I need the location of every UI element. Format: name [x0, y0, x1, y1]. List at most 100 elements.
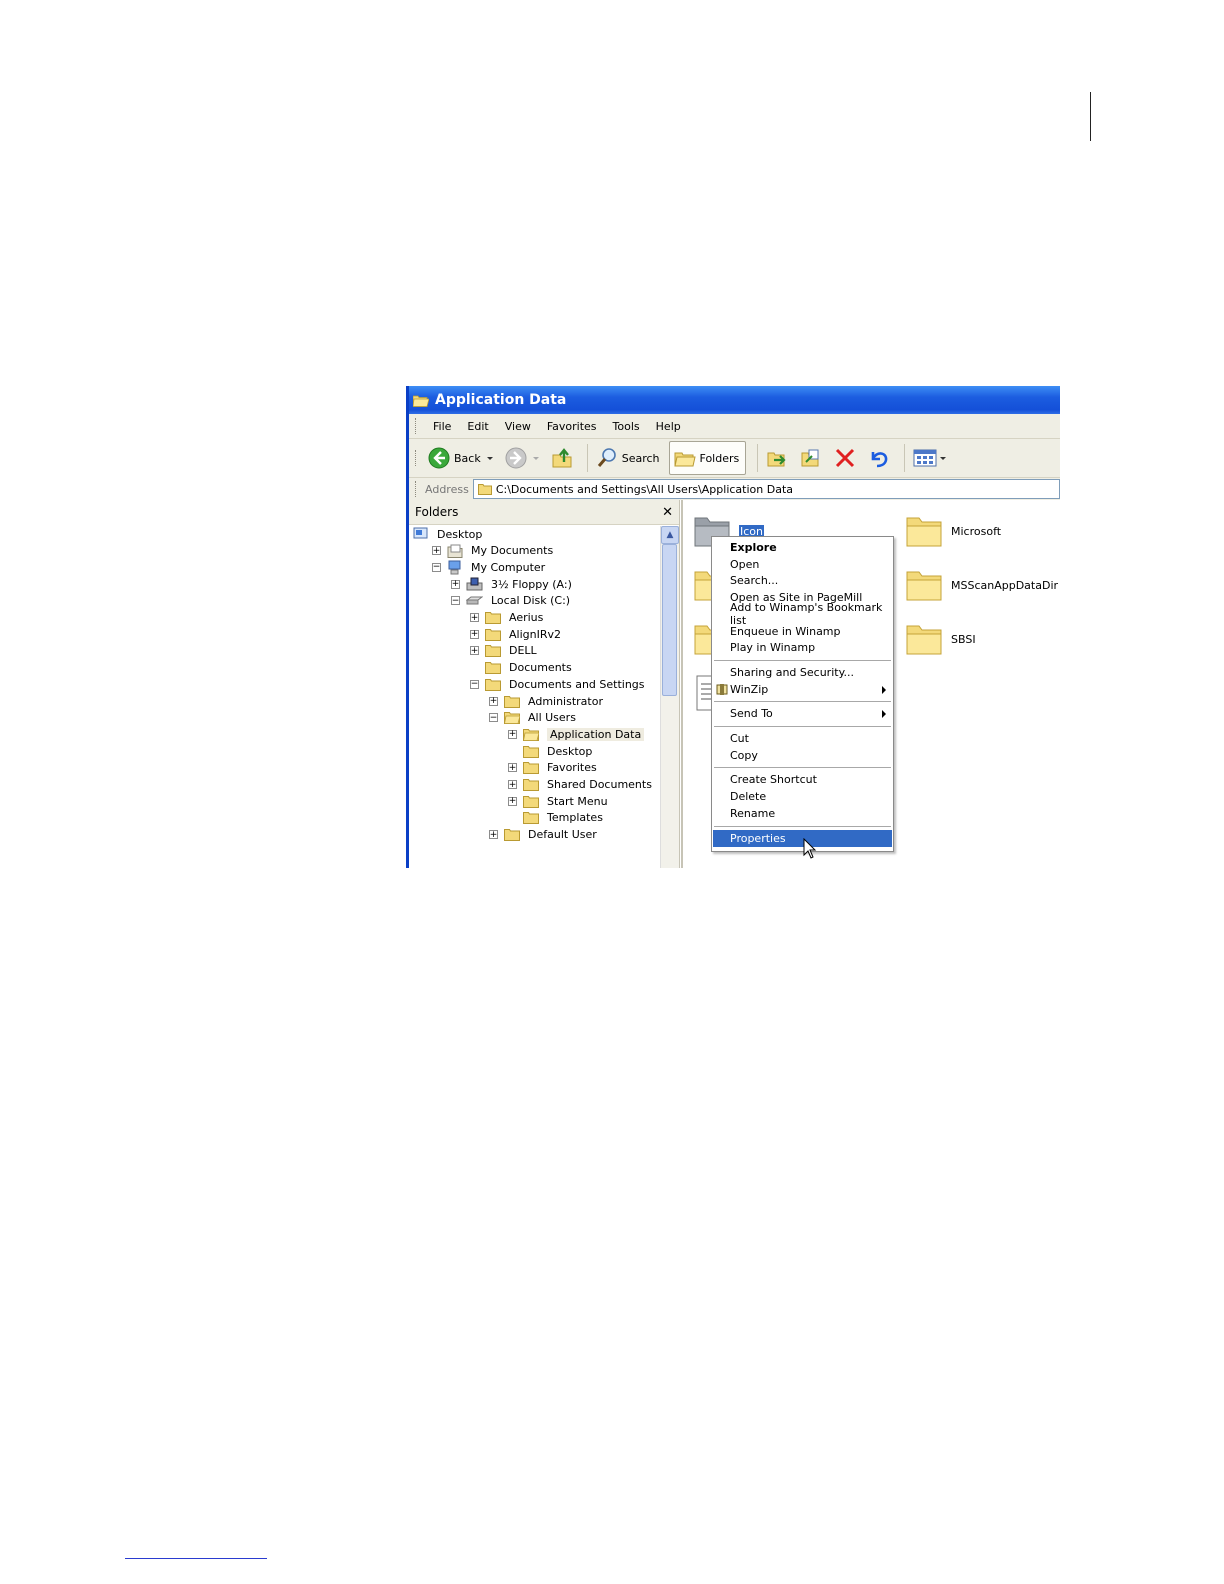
menu-item-rename[interactable]: Rename [713, 805, 892, 822]
tree-item[interactable]: + Start Menu [508, 793, 608, 809]
search-button[interactable]: Search [593, 442, 663, 474]
menu-item-explore[interactable]: Explore [713, 539, 892, 556]
menu-item-create-shortcut[interactable]: Create Shortcut [713, 771, 892, 788]
collapse-icon[interactable]: − [451, 596, 460, 606]
tree-item[interactable]: Templates [508, 810, 603, 826]
file-item-sbsi[interactable]: SBSI [905, 622, 976, 656]
back-button[interactable]: Back [425, 442, 496, 474]
expand-icon[interactable]: + [508, 796, 517, 806]
toolbar-grip[interactable] [415, 450, 419, 466]
tree-item[interactable]: + Default User [489, 827, 597, 843]
delete-button[interactable] [831, 442, 859, 474]
file-name: Microsoft [951, 524, 1002, 538]
tree-scrollbar[interactable]: ▲ [660, 526, 679, 868]
expand-icon[interactable]: + [508, 763, 517, 773]
expand-icon[interactable]: + [470, 613, 479, 622]
tree-item-label: Documents [509, 661, 572, 675]
tree-item[interactable]: + Administrator [489, 693, 603, 709]
menu-favorites[interactable]: Favorites [547, 420, 597, 433]
expand-icon[interactable]: + [470, 629, 479, 639]
menu-item-open[interactable]: Open [713, 556, 892, 573]
menu-bar: File Edit View Favorites Tools Help [409, 414, 1060, 439]
tree-item[interactable]: − My Computer [432, 559, 545, 575]
back-dropdown-icon[interactable] [486, 456, 493, 460]
collapse-icon[interactable]: − [432, 562, 441, 572]
menu-help[interactable]: Help [656, 420, 681, 433]
tree-item[interactable]: + AlignIRv2 [470, 626, 561, 642]
menu-view[interactable]: View [505, 420, 531, 433]
tree-item[interactable]: − Local Disk (C:) [451, 593, 570, 609]
expand-icon[interactable]: + [432, 546, 441, 556]
move-to-icon [767, 452, 786, 467]
menu-item-add-to-winamp-s-bookmark-list[interactable]: Add to Winamp's Bookmark list [713, 601, 892, 627]
file-item-microsoft[interactable]: Microsoft [905, 514, 1001, 548]
back-arrow-icon [428, 447, 450, 469]
expand-icon[interactable]: + [470, 646, 479, 656]
folders-label: Folders [699, 451, 740, 465]
folder-icon [485, 678, 505, 691]
menu-item-play-in-winamp[interactable]: Play in Winamp [713, 639, 892, 656]
menu-item-search[interactable]: Search... [713, 572, 892, 589]
tree-item[interactable]: + My Documents [432, 543, 553, 559]
menu-edit[interactable]: Edit [467, 420, 488, 433]
disk-icon [466, 596, 487, 606]
menu-item-winzip[interactable]: WinZip [713, 681, 892, 698]
menu-item-sharing-and-security[interactable]: Sharing and Security... [713, 664, 892, 681]
collapse-icon[interactable]: − [470, 679, 479, 689]
title-bar[interactable]: Application Data [409, 386, 1060, 414]
expand-icon[interactable]: + [451, 579, 460, 589]
search-label: Search [621, 451, 660, 465]
tree-item-label: 3½ Floppy (A:) [491, 577, 572, 591]
expand-icon[interactable]: + [489, 830, 498, 840]
menu-item-cut[interactable]: Cut [713, 730, 892, 747]
tree-item[interactable]: +3½ Floppy (A:) [451, 576, 572, 592]
menu-item-delete[interactable]: Delete [713, 788, 892, 805]
scroll-up-icon[interactable]: ▲ [661, 526, 679, 544]
folder-icon [477, 484, 492, 495]
menu-separator [714, 659, 891, 661]
menu-item-label: Properties [730, 831, 786, 845]
tree-item[interactable]: + Favorites [508, 760, 597, 776]
up-button[interactable] [548, 442, 576, 474]
copy-to-button[interactable] [797, 442, 825, 474]
menu-item-label: Sharing and Security... [730, 665, 855, 679]
forward-button[interactable] [502, 442, 542, 474]
tree-item-label: Local Disk (C:) [491, 594, 571, 608]
expand-icon[interactable]: + [508, 780, 517, 789]
address-input[interactable]: C:\Documents and Settings\All Users\Appl… [472, 479, 1060, 499]
menu-item-enqueue-in-winamp[interactable]: Enqueue in Winamp [713, 623, 892, 640]
expand-icon[interactable]: + [508, 729, 517, 739]
tree-item[interactable]: Desktop [508, 743, 592, 759]
tree-item-label: Favorites [547, 761, 597, 775]
undo-button[interactable] [865, 442, 893, 474]
scroll-thumb[interactable] [662, 544, 677, 696]
folders-button[interactable]: Folders [668, 441, 747, 475]
menu-item-copy[interactable]: Copy [713, 747, 892, 764]
address-grip[interactable] [415, 481, 419, 497]
tree-item[interactable]: + DELL [470, 643, 537, 659]
file-item-msscanappdatadir[interactable]: MSScanAppDataDir [905, 568, 1058, 602]
collapse-icon[interactable]: − [489, 713, 498, 723]
menu-grip[interactable] [415, 418, 419, 434]
tree-item[interactable]: Desktop [413, 526, 482, 542]
views-dropdown-icon[interactable] [940, 456, 947, 460]
tree-item[interactable]: − Documents and Settings [470, 676, 645, 692]
move-to-button[interactable] [763, 442, 791, 474]
tree-item[interactable]: − All Users [489, 710, 576, 726]
views-button[interactable] [910, 442, 949, 474]
menu-item-send-to[interactable]: Send To [713, 705, 892, 722]
expand-icon[interactable]: + [489, 696, 498, 706]
tree-item[interactable]: + Application Data [508, 726, 645, 742]
menu-file[interactable]: File [433, 420, 451, 433]
file-name: SBSI [951, 632, 976, 646]
tree-item[interactable]: Documents [470, 660, 572, 676]
tree-item-label: Documents and Settings [509, 677, 645, 691]
menu-separator [714, 825, 891, 827]
forward-dropdown-icon[interactable] [532, 456, 539, 460]
close-icon[interactable]: ✕ [662, 505, 673, 520]
submenu-arrow-icon [882, 710, 886, 719]
menu-tools[interactable]: Tools [613, 420, 640, 433]
tree-item[interactable]: + Aerius [470, 610, 543, 626]
tree-item[interactable]: + Shared Documents [508, 777, 652, 793]
tree-item-label: All Users [528, 711, 576, 725]
